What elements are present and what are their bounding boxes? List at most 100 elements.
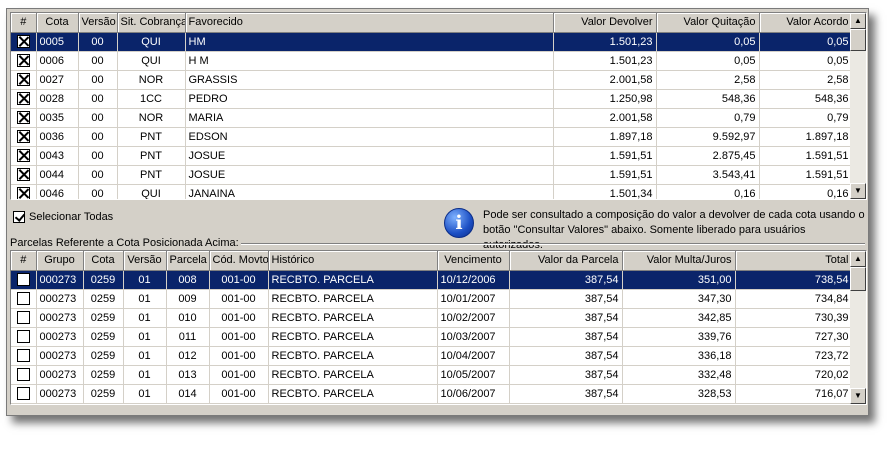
table-row[interactable]: 000273 0259 01 009 001-00 RECBTO. PARCELA 10/0… (11, 289, 850, 309)
row-checkbox[interactable] (16, 273, 30, 286)
cell-cota: 0259 (83, 289, 124, 309)
table-row[interactable]: 000273 0259 01 013 001-00 RECBTO. PARCELA 10/0… (11, 365, 850, 385)
row-checkbox-cell[interactable] (11, 184, 37, 199)
cell-acordo: 0,16 (759, 184, 850, 199)
row-checkbox-cell[interactable] (11, 327, 37, 347)
row-checkbox-cell[interactable] (11, 70, 37, 90)
row-checkbox[interactable] (16, 368, 30, 381)
row-checkbox[interactable] (16, 187, 30, 199)
col-header-valor-parcela[interactable]: Valor da Parcela (509, 251, 623, 271)
cell-quitacao: 2.875,45 (656, 146, 760, 166)
table-row[interactable]: 000273 0259 01 012 001-00 RECBTO. PARCELA 10/0… (11, 346, 850, 366)
col-header-versao[interactable]: Versão (123, 251, 167, 271)
cell-favorecido: MARIA (185, 108, 554, 128)
arrow-down-icon[interactable]: ▼ (850, 388, 866, 404)
col-header-cod-movto[interactable]: Cód. Movto (209, 251, 269, 271)
col-header-valor-multa-juros[interactable]: Valor Multa/Juros (622, 251, 736, 271)
row-checkbox[interactable] (16, 168, 30, 181)
row-checkbox-cell[interactable] (11, 51, 37, 71)
col-header-total[interactable]: Total (735, 251, 850, 271)
row-checkbox[interactable] (16, 311, 30, 324)
col-header-parcela[interactable]: Parcela (166, 251, 210, 271)
row-checkbox[interactable] (16, 349, 30, 362)
cell-devolver: 1.501,23 (553, 32, 657, 52)
cell-valor: 387,54 (509, 289, 623, 309)
cell-acordo: 1.591,51 (759, 165, 850, 185)
arrow-up-icon[interactable]: ▲ (850, 13, 866, 29)
table-row[interactable]: 000273 0259 01 014 001-00 RECBTO. PARCELA 10/0… (11, 384, 850, 404)
col-header-historico[interactable]: Histórico (268, 251, 438, 271)
cell-multa: 347,30 (622, 289, 736, 309)
cell-cota: 0044 (36, 165, 79, 185)
cell-devolver: 1.501,23 (553, 51, 657, 71)
scroll-thumb[interactable] (850, 29, 866, 51)
col-header-grupo[interactable]: Grupo (36, 251, 84, 271)
col-header-check[interactable]: # (11, 13, 37, 33)
row-checkbox-cell[interactable] (11, 127, 37, 147)
cotas-scrollbar[interactable]: ▲ ▼ (850, 13, 866, 199)
row-checkbox-cell[interactable] (11, 365, 37, 385)
col-header-sit-cobranca[interactable]: Sit. Cobrança (117, 13, 186, 33)
row-checkbox-cell[interactable] (11, 384, 37, 404)
col-header-cota[interactable]: Cota (36, 13, 79, 33)
row-checkbox[interactable] (16, 54, 30, 67)
row-checkbox[interactable] (16, 292, 30, 305)
row-checkbox-cell[interactable] (11, 270, 37, 290)
row-checkbox-cell[interactable] (11, 165, 37, 185)
col-header-cota[interactable]: Cota (83, 251, 124, 271)
section-divider (240, 243, 865, 245)
cell-favorecido: H M (185, 51, 554, 71)
row-checkbox-cell[interactable] (11, 89, 37, 109)
col-header-favorecido[interactable]: Favorecido (185, 13, 554, 33)
select-all-checkbox[interactable]: Selecionar Todas (13, 211, 113, 223)
row-checkbox[interactable] (16, 73, 30, 86)
table-row[interactable]: 0043 00 PNT JOSUE 1.591,51 2.875,45 1.591,51 (11, 146, 850, 166)
table-row[interactable]: 0005 00 QUI HM 1.501,23 0,05 0,05 (11, 32, 850, 52)
cell-vencimento: 10/01/2007 (437, 289, 510, 309)
table-row[interactable]: 0028 00 1CC PEDRO 1.250,98 548,36 548,36 (11, 89, 850, 109)
row-checkbox-cell[interactable] (11, 108, 37, 128)
row-checkbox-cell[interactable] (11, 32, 37, 52)
table-row[interactable]: 0036 00 PNT EDSON 1.897,18 9.592,97 1.897,18 (11, 127, 850, 147)
cell-cod: 001-00 (209, 270, 269, 290)
row-checkbox[interactable] (16, 92, 30, 105)
arrow-down-icon[interactable]: ▼ (850, 183, 866, 199)
row-checkbox[interactable] (16, 387, 30, 400)
row-checkbox[interactable] (16, 149, 30, 162)
col-header-valor-devolver[interactable]: Valor Devolver (553, 13, 657, 33)
table-row[interactable]: 000273 0259 01 008 001-00 RECBTO. PARCELA 10/1… (11, 270, 850, 290)
cell-versao: 00 (78, 146, 118, 166)
table-row[interactable]: 0006 00 QUI H M 1.501,23 0,05 0,05 (11, 51, 850, 71)
cell-versao: 00 (78, 70, 118, 90)
checkbox-icon[interactable] (13, 211, 25, 223)
row-checkbox-cell[interactable] (11, 146, 37, 166)
cell-historico: RECBTO. PARCELA (268, 327, 438, 347)
row-checkbox-cell[interactable] (11, 289, 37, 309)
cell-grupo: 000273 (36, 327, 84, 347)
arrow-up-icon[interactable]: ▲ (850, 251, 866, 267)
cell-versao: 00 (78, 184, 118, 199)
table-row[interactable]: 000273 0259 01 010 001-00 RECBTO. PARCELA 10/0… (11, 308, 850, 328)
scroll-thumb[interactable] (850, 267, 866, 291)
row-checkbox[interactable] (16, 111, 30, 124)
parcelas-scrollbar[interactable]: ▲ ▼ (850, 251, 866, 404)
table-row[interactable]: 0046 00 QUI JANAINA 1.501,34 0,16 0,16 (11, 184, 850, 199)
col-header-vencimento[interactable]: Vencimento (437, 251, 510, 271)
row-checkbox[interactable] (16, 130, 30, 143)
cell-versao: 01 (123, 384, 167, 404)
row-checkbox[interactable] (16, 35, 30, 48)
col-header-valor-quitacao[interactable]: Valor Quitação (656, 13, 760, 33)
table-row[interactable]: 0044 00 PNT JOSUE 1.591,51 3.543,41 1.591,51 (11, 165, 850, 185)
cell-multa: 339,76 (622, 327, 736, 347)
table-row[interactable]: 0035 00 NOR MARIA 2.001,58 0,79 0,79 (11, 108, 850, 128)
table-row[interactable]: 0027 00 NOR GRASSIS 2.001,58 2,58 2,58 (11, 70, 850, 90)
col-header-check[interactable]: # (11, 251, 37, 271)
row-checkbox-cell[interactable] (11, 346, 37, 366)
col-header-versao[interactable]: Versão (78, 13, 118, 33)
row-checkbox[interactable] (16, 330, 30, 343)
cell-favorecido: JANAINA (185, 184, 554, 199)
cotas-header-row: # Cota Versão Sit. Cobrança Favorecido V… (11, 13, 850, 33)
col-header-valor-acordo[interactable]: Valor Acordo (759, 13, 850, 33)
row-checkbox-cell[interactable] (11, 308, 37, 328)
table-row[interactable]: 000273 0259 01 011 001-00 RECBTO. PARCELA 10/0… (11, 327, 850, 347)
